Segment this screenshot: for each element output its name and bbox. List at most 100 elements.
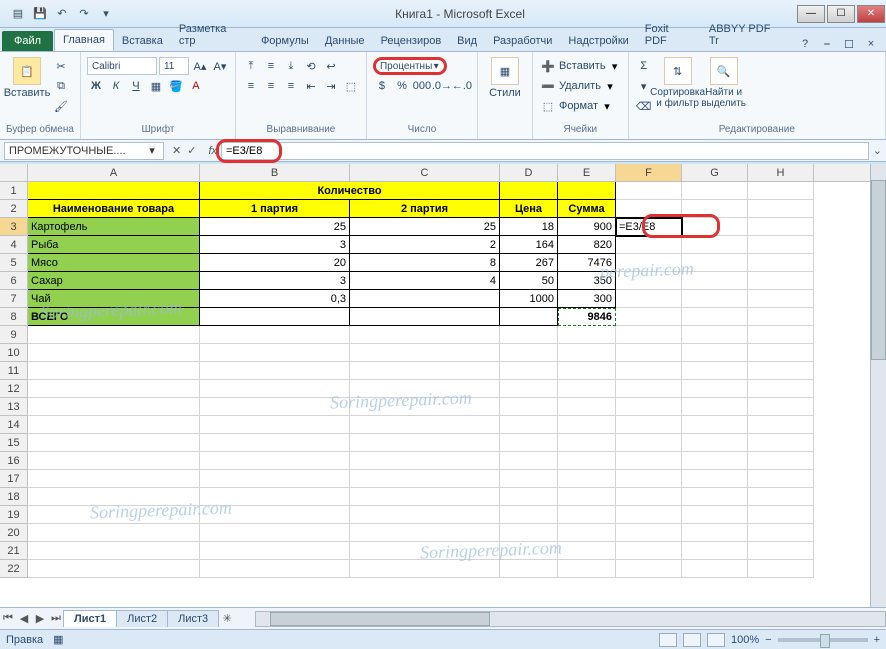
cell[interactable]: 267 [500, 254, 558, 272]
shrink-font-icon[interactable]: A▾ [211, 57, 229, 75]
cell[interactable] [28, 398, 200, 416]
row-header[interactable]: 11 [0, 362, 28, 380]
cell[interactable] [616, 236, 682, 254]
cell[interactable] [616, 362, 682, 380]
cell[interactable] [500, 308, 558, 326]
col-header[interactable]: G [682, 164, 748, 181]
row-header[interactable]: 21 [0, 542, 28, 560]
cell[interactable] [682, 290, 748, 308]
cell[interactable]: Цена [500, 200, 558, 218]
cell[interactable] [350, 506, 500, 524]
cell[interactable] [616, 542, 682, 560]
cell[interactable] [682, 542, 748, 560]
cell[interactable] [558, 560, 616, 578]
cell[interactable] [200, 308, 350, 326]
cell[interactable] [748, 398, 814, 416]
vertical-scrollbar[interactable] [870, 164, 886, 607]
maximize-button[interactable]: ☐ [827, 5, 855, 23]
cell[interactable] [350, 326, 500, 344]
tab-insert[interactable]: Вставка [114, 31, 171, 51]
tab-pagelayout[interactable]: Разметка стр [171, 19, 253, 51]
fill-color-icon[interactable]: 🪣 [167, 77, 185, 95]
cell[interactable] [748, 524, 814, 542]
paste-button[interactable]: 📋 Вставить [6, 57, 48, 99]
cell[interactable] [748, 254, 814, 272]
cell[interactable] [748, 560, 814, 578]
increase-decimal-icon[interactable]: .0→ [433, 77, 451, 95]
cell[interactable]: 8 [350, 254, 500, 272]
sheet-tab[interactable]: Лист3 [167, 610, 219, 627]
cell[interactable] [28, 182, 200, 200]
cell[interactable] [558, 344, 616, 362]
cell[interactable] [682, 380, 748, 398]
cell[interactable] [682, 236, 748, 254]
row-header[interactable]: 18 [0, 488, 28, 506]
select-all-corner[interactable] [0, 164, 28, 181]
cell[interactable] [682, 524, 748, 542]
cell[interactable]: 3 [200, 236, 350, 254]
new-sheet-icon[interactable]: ✳ [219, 612, 235, 625]
format-painter-icon[interactable]: 🖌 [52, 97, 70, 115]
cell[interactable] [350, 380, 500, 398]
cell[interactable] [558, 452, 616, 470]
underline-icon[interactable]: Ч [127, 77, 145, 95]
cell[interactable]: Рыба [28, 236, 200, 254]
cell[interactable] [350, 344, 500, 362]
cell[interactable] [350, 290, 500, 308]
tab-formulas[interactable]: Формулы [253, 31, 317, 51]
cell[interactable]: 3 [200, 272, 350, 290]
cell[interactable] [28, 542, 200, 560]
cell[interactable] [200, 524, 350, 542]
cell[interactable]: 350 [558, 272, 616, 290]
tab-data[interactable]: Данные [317, 31, 373, 51]
cell[interactable] [500, 470, 558, 488]
sheet-tab[interactable]: Лист2 [116, 610, 168, 627]
cell[interactable]: 7476 [558, 254, 616, 272]
cell[interactable] [200, 326, 350, 344]
cell[interactable]: Количество [200, 182, 500, 200]
cell[interactable] [616, 380, 682, 398]
active-cell[interactable]: =E3/E8 [616, 218, 682, 236]
cell[interactable] [200, 542, 350, 560]
cell[interactable] [682, 416, 748, 434]
font-name-combo[interactable]: Calibri [87, 57, 157, 75]
cell[interactable] [350, 560, 500, 578]
cell[interactable] [350, 434, 500, 452]
cell[interactable] [616, 272, 682, 290]
cell[interactable] [682, 182, 748, 200]
redo-icon[interactable]: ↷ [74, 4, 94, 24]
decrease-decimal-icon[interactable]: ←.0 [453, 77, 471, 95]
cell[interactable] [682, 344, 748, 362]
autosum-icon[interactable]: Σ [635, 57, 653, 75]
cell[interactable]: Чай [28, 290, 200, 308]
cell[interactable] [500, 344, 558, 362]
cell[interactable] [558, 326, 616, 344]
cell[interactable] [616, 416, 682, 434]
cell[interactable] [682, 362, 748, 380]
cell[interactable] [500, 182, 558, 200]
cell[interactable] [748, 344, 814, 362]
macro-record-icon[interactable]: ▦ [53, 633, 63, 646]
cell[interactable]: Наименование товара [28, 200, 200, 218]
cell[interactable] [682, 434, 748, 452]
cell[interactable] [748, 362, 814, 380]
cell[interactable] [500, 434, 558, 452]
wrap-text-icon[interactable]: ↩ [322, 57, 340, 75]
formula-input[interactable]: =E3/E8 [221, 142, 869, 160]
col-header[interactable]: A [28, 164, 200, 181]
cell[interactable] [748, 308, 814, 326]
cell[interactable]: ВСЕГО [28, 308, 200, 326]
cell[interactable] [28, 362, 200, 380]
cell[interactable]: 1 партия [200, 200, 350, 218]
format-cells-label[interactable]: Формат [559, 100, 598, 112]
delete-cells-icon[interactable]: ➖ [539, 77, 557, 95]
cell[interactable] [748, 380, 814, 398]
cell[interactable] [748, 434, 814, 452]
row-header[interactable]: 13 [0, 398, 28, 416]
cell[interactable] [200, 470, 350, 488]
prev-sheet-icon[interactable]: ◀ [16, 612, 32, 625]
insert-cells-icon[interactable]: ➕ [539, 57, 557, 75]
cell[interactable]: 164 [500, 236, 558, 254]
row-header[interactable]: 12 [0, 380, 28, 398]
font-color-icon[interactable]: A [187, 77, 205, 95]
